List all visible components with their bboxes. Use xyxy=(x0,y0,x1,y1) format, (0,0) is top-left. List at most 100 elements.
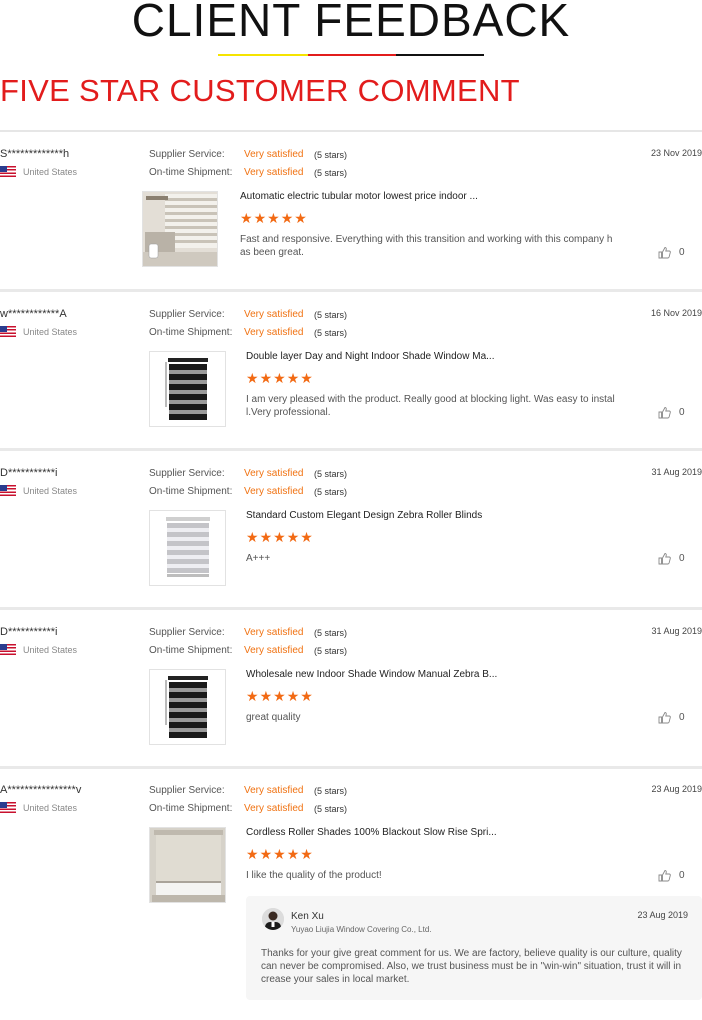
thumbs-up-icon xyxy=(658,553,671,565)
reply-company: Yuyao Liujia Window Covering Co., Ltd. xyxy=(291,925,432,934)
supplier-service-label: Supplier Service: xyxy=(149,468,225,479)
product-title[interactable]: Wholesale new Indoor Shade Window Manual… xyxy=(246,669,497,680)
review-divider xyxy=(0,766,702,769)
supplier-service-value: Very satisfied xyxy=(244,468,304,479)
star-icon: ★ xyxy=(259,370,273,386)
review-comment: Fast and responsive. Everything with thi… xyxy=(240,234,613,258)
product-thumbnail[interactable] xyxy=(149,510,226,586)
black-zebra-blind-icon xyxy=(165,358,208,420)
us-flag-icon xyxy=(0,166,16,177)
reply-text: Thanks for your give great comment for u… xyxy=(261,948,682,985)
thumbs-up-icon xyxy=(658,407,671,419)
star-icon: ★ xyxy=(286,529,300,545)
like-button[interactable]: 0 xyxy=(658,406,685,419)
star-icon: ★ xyxy=(246,846,259,862)
star-icon: ★ xyxy=(280,210,294,226)
reviewer-name: D***********i xyxy=(0,467,58,479)
supplier-service-value: Very satisfied xyxy=(244,785,304,796)
star-icon: ★ xyxy=(246,370,259,386)
like-count: 0 xyxy=(679,553,685,564)
review-comment: great quality xyxy=(246,712,301,723)
reply-author-name: Ken Xu xyxy=(291,911,324,922)
reviewer-name: S*************h xyxy=(0,148,70,160)
star-icon: ★ xyxy=(246,529,259,545)
star-icon: ★ xyxy=(259,529,273,545)
star-icon: ★ xyxy=(294,210,307,226)
reviewer-name: w************A xyxy=(0,308,67,320)
review-divider xyxy=(0,607,702,610)
supplier-service-label: Supplier Service: xyxy=(149,785,225,796)
review-date: 23 Aug 2019 xyxy=(651,784,702,794)
living-room-blinds-photo-icon xyxy=(143,192,217,266)
avatar xyxy=(262,908,284,930)
like-button[interactable]: 0 xyxy=(658,246,685,259)
supplier-service-stars: (5 stars) xyxy=(314,628,348,638)
reviewer-country: United States xyxy=(0,326,77,337)
reviewer-country: United States xyxy=(0,485,77,496)
product-thumbnail[interactable] xyxy=(149,669,226,745)
product-title[interactable]: Automatic electric tubular motor lowest … xyxy=(240,191,478,202)
supplier-service-stars: (5 stars) xyxy=(314,469,348,479)
shipment-value: Very satisfied xyxy=(244,645,304,656)
thumbs-up-icon xyxy=(658,247,671,259)
like-button[interactable]: 0 xyxy=(658,711,685,724)
shipment-stars: (5 stars) xyxy=(314,487,348,497)
review-date: 23 Nov 2019 xyxy=(650,148,702,158)
star-icon: ★ xyxy=(300,370,313,386)
product-title[interactable]: Cordless Roller Shades 100% Blackout Slo… xyxy=(246,827,497,838)
product-rating-stars: ★ ★ ★ ★ ★ xyxy=(246,689,313,703)
product-title[interactable]: Double layer Day and Night Indoor Shade … xyxy=(246,351,494,362)
shipment-stars: (5 stars) xyxy=(314,328,348,338)
product-rating-stars: ★ ★ ★ ★ ★ xyxy=(240,211,307,225)
title-accent-red xyxy=(308,54,396,56)
star-icon: ★ xyxy=(286,688,300,704)
product-thumbnail[interactable] xyxy=(149,827,226,903)
review-item: A****************v United States Supplie… xyxy=(0,784,702,903)
supplier-service-value: Very satisfied xyxy=(244,627,304,638)
review-item: w************A United States Supplier Se… xyxy=(0,308,702,448)
shipment-value: Very satisfied xyxy=(244,803,304,814)
white-zebra-blind-icon xyxy=(166,517,210,577)
review-item: S*************h United States Supplier S… xyxy=(0,148,702,288)
shipment-value: Very satisfied xyxy=(244,486,304,497)
star-icon: ★ xyxy=(273,529,286,545)
review-comment: A+++ xyxy=(246,553,271,564)
supplier-service-value: Very satisfied xyxy=(244,309,304,320)
shipment-stars: (5 stars) xyxy=(314,804,348,814)
star-icon: ★ xyxy=(259,688,273,704)
star-icon: ★ xyxy=(267,210,280,226)
star-icon: ★ xyxy=(300,529,313,545)
like-button[interactable]: 0 xyxy=(658,552,685,565)
supplier-service-label: Supplier Service: xyxy=(149,149,225,160)
product-thumbnail[interactable] xyxy=(142,191,218,267)
reviewer-country: United States xyxy=(0,166,77,177)
person-avatar-icon xyxy=(262,908,284,930)
star-icon: ★ xyxy=(259,846,273,862)
thumbs-up-icon xyxy=(658,712,671,724)
title-accent-black xyxy=(396,54,484,56)
star-icon: ★ xyxy=(273,370,286,386)
us-flag-icon xyxy=(0,485,16,496)
like-button[interactable]: 0 xyxy=(658,869,685,882)
supplier-service-stars: (5 stars) xyxy=(314,310,348,320)
like-count: 0 xyxy=(679,712,685,723)
supplier-service-label: Supplier Service: xyxy=(149,309,225,320)
product-title[interactable]: Standard Custom Elegant Design Zebra Rol… xyxy=(246,510,482,521)
top-divider xyxy=(0,130,702,132)
review-item: D***********i United States Supplier Ser… xyxy=(0,626,702,766)
review-comment: I am very pleased with the product. Real… xyxy=(246,394,615,418)
black-zebra-blind-icon xyxy=(165,676,208,738)
review-item: D***********i United States Supplier Ser… xyxy=(0,467,702,607)
shipment-value: Very satisfied xyxy=(244,167,304,178)
us-flag-icon xyxy=(0,644,16,655)
shipment-label: On-time Shipment: xyxy=(149,486,233,497)
supplier-service-label: Supplier Service: xyxy=(149,627,225,638)
star-icon: ★ xyxy=(253,210,267,226)
review-date: 31 Aug 2019 xyxy=(651,626,702,636)
product-thumbnail[interactable] xyxy=(149,351,226,427)
reviewer-country: United States xyxy=(0,802,77,813)
us-flag-icon xyxy=(0,326,16,337)
shipment-value: Very satisfied xyxy=(244,327,304,338)
like-count: 0 xyxy=(679,407,685,418)
product-rating-stars: ★ ★ ★ ★ ★ xyxy=(246,530,313,544)
